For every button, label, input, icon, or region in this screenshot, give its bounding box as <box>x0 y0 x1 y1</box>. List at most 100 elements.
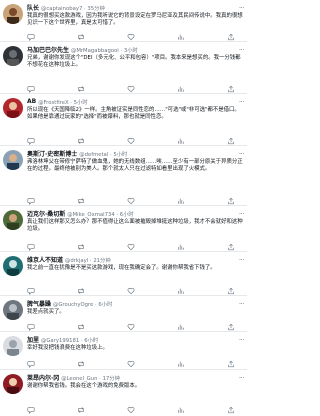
share-icon[interactable] <box>227 359 235 368</box>
views-icon[interactable] <box>177 32 185 41</box>
reply-tweet[interactable]: 队长 @captainobay7 · 35分钟 ··· 我真的很想买这款游戏，因… <box>0 0 247 42</box>
like-icon[interactable] <box>127 322 135 331</box>
tweet-time[interactable]: 17分钟 <box>103 376 120 382</box>
like-icon[interactable] <box>127 196 135 205</box>
more-options-icon[interactable]: ··· <box>236 150 245 158</box>
author-handle: @MrMagabbagooi <box>71 47 119 54</box>
reply-icon[interactable] <box>27 286 35 295</box>
author-name[interactable]: 脾气暴躁 <box>27 299 51 308</box>
retweet-icon[interactable] <box>77 322 85 331</box>
like-icon[interactable] <box>127 405 135 414</box>
author-name[interactable]: 莱昂内尔·冈 <box>27 373 59 382</box>
avatar[interactable] <box>3 4 23 24</box>
retweet-icon[interactable] <box>77 32 85 41</box>
more-options-icon[interactable]: ··· <box>236 210 245 218</box>
reply-icon[interactable] <box>27 196 35 205</box>
more-options-icon[interactable]: ··· <box>236 256 245 264</box>
share-icon[interactable] <box>227 84 235 93</box>
avatar[interactable] <box>3 374 23 394</box>
author-name[interactable]: 迈克尔·桑切斯 <box>27 209 65 218</box>
tweet-time[interactable]: 6小时 <box>98 302 112 308</box>
views-icon[interactable] <box>177 359 185 368</box>
tweet-time[interactable]: 35分钟 <box>87 6 104 12</box>
action-bar <box>27 286 235 295</box>
reply-icon[interactable] <box>27 359 35 368</box>
tweet-time[interactable]: 5小时 <box>113 152 127 158</box>
avatar[interactable] <box>3 150 23 170</box>
share-icon[interactable] <box>227 196 235 205</box>
like-icon[interactable] <box>127 359 135 368</box>
reply-icon[interactable] <box>27 32 35 41</box>
reply-tweet[interactable]: AB @FrostfireX · 5小时 ··· 所以现在《天国降临2》一样。主… <box>0 94 247 146</box>
share-icon[interactable] <box>227 405 235 414</box>
views-icon[interactable] <box>177 286 185 295</box>
reply-tweet[interactable]: 莱昂内尔·冈 @Leonel_Gun · 17分钟 ··· 谢谢你帮我省钱。我会… <box>0 370 247 416</box>
tweet-time[interactable]: 6小时 <box>120 212 134 218</box>
avatar[interactable] <box>3 300 23 320</box>
retweet-icon[interactable] <box>77 286 85 295</box>
retweet-icon[interactable] <box>77 359 85 368</box>
author-name[interactable]: 维京人不知道 <box>27 255 63 264</box>
views-icon[interactable] <box>177 136 185 145</box>
reply-tweet[interactable]: 脾气暴躁 @GrouchyOgre · 6小时 ··· 我差点就买了。 <box>0 296 247 332</box>
reply-icon[interactable] <box>27 136 35 145</box>
more-options-icon[interactable]: ··· <box>236 46 245 54</box>
share-icon[interactable] <box>227 136 235 145</box>
action-bar <box>27 359 235 368</box>
like-icon[interactable] <box>127 242 135 251</box>
views-icon[interactable] <box>177 322 185 331</box>
reply-tweet[interactable]: 维京人不知道 @drkjayl · 21分钟 ··· 我之前一直在犹豫是不是买这… <box>0 252 247 296</box>
author-name[interactable]: 奥斯汀·史密斯博士 <box>27 149 77 158</box>
like-icon[interactable] <box>127 32 135 41</box>
author-handle: @defmetal <box>79 151 109 158</box>
tweet-time[interactable]: 3小时 <box>124 48 138 54</box>
reply-tweet[interactable]: 迈克尔·桑切斯 @Mike_Oxmal734 · 6小时 ··· 真让我们这样那… <box>0 206 247 252</box>
tweet-time[interactable]: 21分钟 <box>93 258 110 264</box>
action-bar <box>27 242 235 251</box>
retweet-icon[interactable] <box>77 196 85 205</box>
share-icon[interactable] <box>227 322 235 331</box>
views-icon[interactable] <box>177 405 185 414</box>
reply-icon[interactable] <box>27 84 35 93</box>
retweet-icon[interactable] <box>77 242 85 251</box>
tweet-text: 我真的很想买这款游戏，因为我听说它的背景设定在罗马尼亚及其民间传说中。我真的很想… <box>27 13 243 27</box>
views-icon[interactable] <box>177 196 185 205</box>
tweet-time[interactable]: 6小时 <box>84 338 98 344</box>
avatar[interactable] <box>3 336 23 356</box>
reply-tweet[interactable]: 马加巴巴尔先生 @MrMagabbagooi · 3小时 ··· 兄弟，谢谢你发… <box>0 42 247 94</box>
avatar[interactable] <box>3 98 23 118</box>
tweet-text: 真让我们这样那又怎么办？那不值得让这么面被摧毁掉堆挺这种垃圾，我才不会就好和这种… <box>27 219 243 233</box>
author-name[interactable]: 马加巴巴尔先生 <box>27 45 69 54</box>
author-name[interactable]: 加里 <box>27 335 39 344</box>
like-icon[interactable] <box>127 286 135 295</box>
like-icon[interactable] <box>127 136 135 145</box>
share-icon[interactable] <box>227 286 235 295</box>
author-name[interactable]: AB <box>27 98 36 105</box>
more-options-icon[interactable]: ··· <box>236 300 245 308</box>
reply-feed: 队长 @captainobay7 · 35分钟 ··· 我真的很想买这款游戏，因… <box>0 0 247 416</box>
share-icon[interactable] <box>227 242 235 251</box>
more-options-icon[interactable]: ··· <box>236 336 245 344</box>
avatar[interactable] <box>3 256 23 276</box>
author-name[interactable]: 队长 <box>27 3 39 12</box>
share-icon[interactable] <box>227 32 235 41</box>
more-options-icon[interactable]: ··· <box>236 374 245 382</box>
more-options-icon[interactable]: ··· <box>236 4 245 12</box>
like-icon[interactable] <box>127 84 135 93</box>
reply-tweet[interactable]: 奥斯汀·史密斯博士 @defmetal · 5小时 ··· 弗洛林坤父在带修宁萨… <box>0 146 247 206</box>
views-icon[interactable] <box>177 242 185 251</box>
reply-icon[interactable] <box>27 322 35 331</box>
tweet-time[interactable]: 5小时 <box>74 100 88 106</box>
more-options-icon[interactable]: ··· <box>236 98 245 106</box>
views-icon[interactable] <box>177 84 185 93</box>
retweet-icon[interactable] <box>77 136 85 145</box>
retweet-icon[interactable] <box>77 405 85 414</box>
reply-tweet[interactable]: 加里 @Gary199181 · 6小时 ··· 幸好我没把钱浪费在这种垃圾上。 <box>0 332 247 370</box>
author-handle: @GrouchyOgre <box>53 301 94 308</box>
author-handle-time: @drkjayl · 21分钟 <box>65 257 111 264</box>
reply-icon[interactable] <box>27 405 35 414</box>
retweet-icon[interactable] <box>77 84 85 93</box>
avatar[interactable] <box>3 46 23 66</box>
avatar[interactable] <box>3 210 23 230</box>
reply-icon[interactable] <box>27 242 35 251</box>
